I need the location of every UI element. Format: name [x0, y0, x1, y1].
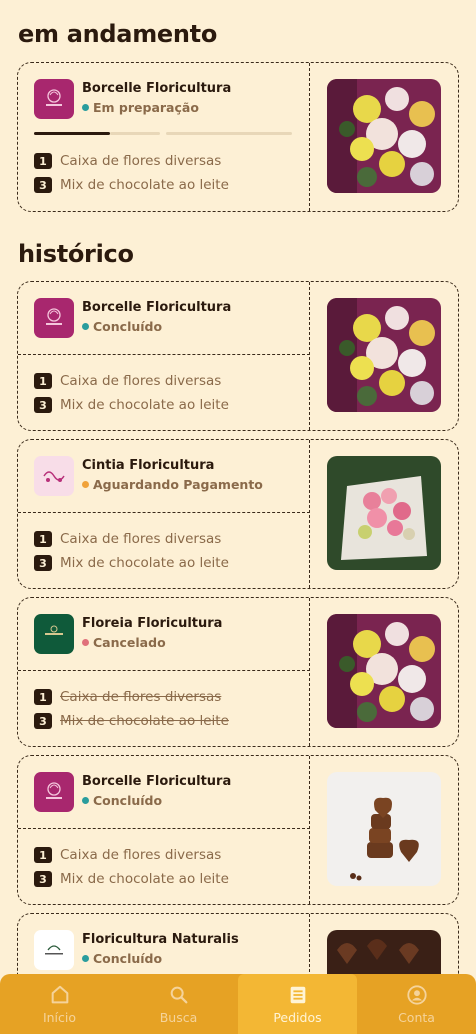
order-status: Aguardando Pagamento [82, 477, 263, 492]
order-item: 1 Caixa de flores diversas [34, 530, 221, 548]
status-dot [82, 323, 89, 330]
order-progress-bar [34, 132, 292, 135]
account-icon [406, 984, 427, 1005]
order-status: Em preparação [82, 100, 199, 115]
order-item: 3 Mix de chocolate ao leite [34, 176, 229, 194]
status-dot [82, 104, 89, 111]
shop-name: Borcelle Floricultura [82, 774, 232, 789]
order-status: Cancelado [82, 635, 166, 650]
order-item-cancelled: 3 Mix de chocolate ao leite [34, 712, 229, 730]
home-icon [51, 985, 68, 1003]
shop-logo-borcelle [34, 298, 74, 338]
shop-logo-floreia [34, 614, 74, 654]
history-section-title: histórico [18, 240, 134, 268]
order-card[interactable]: Borcelle Floricultura Concluído 1 Caixa d… [17, 755, 459, 905]
shop-logo-naturalis [34, 930, 74, 970]
nav-label: Busca [159, 1009, 198, 1025]
product-photo-flowers [327, 79, 441, 193]
product-photo-flowers [327, 298, 441, 412]
nav-item-conta[interactable]: Conta [357, 974, 476, 1034]
status-dot [82, 481, 89, 488]
order-card-ongoing[interactable]: Borcelle Floricultura Em preparação 1 Cai… [17, 62, 459, 212]
nav-label: Início [42, 1009, 77, 1025]
shop-logo-cintia [34, 456, 74, 496]
order-status: Concluído [82, 951, 162, 966]
nav-item-pedidos[interactable]: Pedidos [238, 974, 357, 1034]
order-item: 1 Caixa de flores diversas [34, 372, 221, 390]
order-item: 3 Mix de chocolate ao leite [34, 396, 229, 414]
status-dot [82, 797, 89, 804]
nav-label: Conta [398, 1009, 435, 1025]
order-item: 3 Mix de chocolate ao leite [34, 870, 229, 888]
nav-item-busca[interactable]: Busca [119, 974, 238, 1034]
order-item: 1 Caixa de flores diversas [34, 152, 221, 170]
order-status: Concluído [82, 319, 162, 334]
search-icon [170, 986, 187, 1003]
product-photo-bouquet [327, 456, 441, 570]
ongoing-section-title: em andamento [18, 20, 218, 48]
product-photo-chocolate-hearts [327, 772, 441, 886]
shop-logo-borcelle [34, 79, 74, 119]
bottom-navigation: Início Busca Pedidos Conta [0, 974, 476, 1034]
nav-label: Pedidos [273, 1009, 322, 1025]
shop-name: Borcelle Floricultura [82, 81, 232, 96]
status-dot [82, 639, 89, 646]
status-dot [82, 955, 89, 962]
order-card[interactable]: Cintia Floricultura Aguardando Pagamento… [17, 439, 459, 589]
shop-name: Borcelle Floricultura [82, 300, 232, 315]
order-item: 1 Caixa de flores diversas [34, 846, 221, 864]
nav-item-inicio[interactable]: Início [0, 974, 119, 1034]
shop-name: Floricultura Naturalis [82, 932, 239, 947]
order-status: Concluído [82, 793, 162, 808]
order-card[interactable]: Borcelle Floricultura Concluído 1 Caixa d… [17, 281, 459, 431]
shop-name: Cintia Floricultura [82, 458, 215, 473]
order-card[interactable]: Floreia Floricultura Cancelado 1 Caixa de… [17, 597, 459, 747]
shop-logo-borcelle [34, 772, 74, 812]
shop-name: Floreia Floricultura [82, 616, 223, 631]
order-item-cancelled: 1 Caixa de flores diversas [34, 688, 221, 706]
order-item: 3 Mix de chocolate ao leite [34, 554, 229, 572]
product-photo-flowers [327, 614, 441, 728]
orders-icon [290, 986, 305, 1003]
